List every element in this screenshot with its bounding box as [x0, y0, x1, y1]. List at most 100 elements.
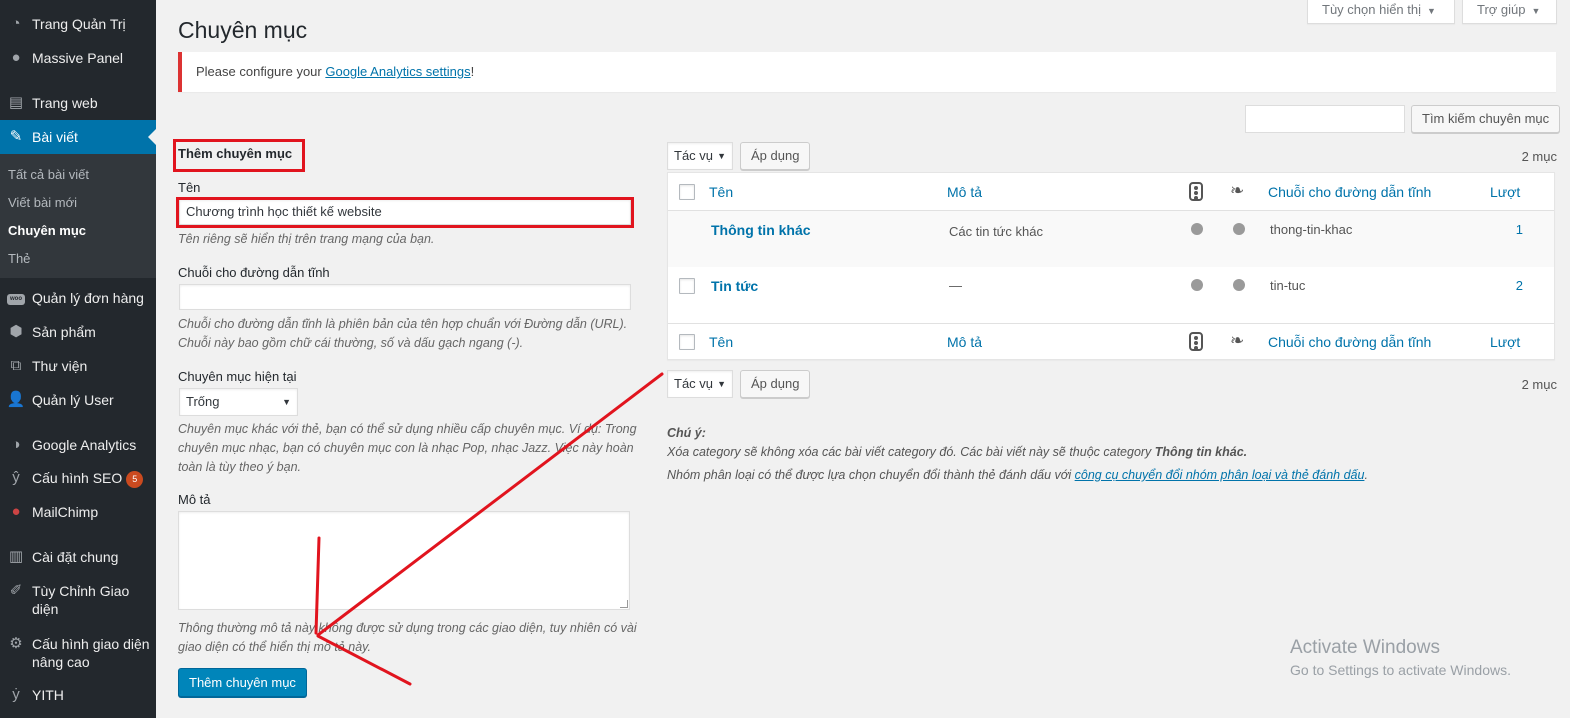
admin-sidebar: ◔ Trang Quản Trị ● Massive Panel ▤ Trang… [0, 0, 156, 718]
caret-down-icon: ▼ [1427, 6, 1436, 16]
parent-category-select[interactable]: Trống ▼ [179, 388, 298, 416]
note-line-1: Xóa category sẽ không xóa các bài viết c… [667, 445, 1248, 459]
category-count-link[interactable]: 2 [1503, 278, 1523, 293]
category-description: — [949, 278, 962, 293]
traffic-light-icon[interactable] [1189, 182, 1203, 201]
help-button[interactable]: Trợ giúp ▼ [1462, 0, 1557, 24]
search-categories-input[interactable] [1245, 105, 1405, 133]
ga-notice: Please configure your Google Analytics s… [178, 52, 1556, 92]
table-row: Thông tin khác Các tin tức khác thong-ti… [668, 211, 1554, 267]
menu-massive-panel[interactable]: ● Massive Panel [0, 49, 156, 69]
description-help-2: giao diện có thể hiển thị mô tả này. [178, 640, 371, 654]
column-description[interactable]: Mô tả [947, 334, 982, 350]
dashboard-icon: ◔ [11, 15, 21, 32]
name-label: Tên [178, 180, 201, 195]
yith-icon: ẏ [12, 686, 20, 703]
row-checkbox[interactable] [679, 278, 695, 294]
column-name[interactable]: Tên [709, 334, 733, 350]
menu-theme-options[interactable]: ⚙ Cấu hình giao diện nâng cao [0, 635, 156, 673]
column-count[interactable]: Lượt [1490, 184, 1520, 200]
settings-icon: ▥ [8, 548, 24, 565]
bulk-action-select-bottom[interactable]: Tác vụ ▼ [667, 370, 733, 398]
item-count-top: 2 mục [1521, 149, 1557, 164]
posts-submenu: Tất cả bài viết Viết bài mới Chuyên mục … [0, 154, 156, 278]
description-label: Mô tả [178, 492, 211, 507]
select-all-checkbox[interactable] [679, 184, 695, 200]
menu-mailchimp[interactable]: ● MailChimp [0, 503, 156, 523]
brush-icon: ✐ [9, 582, 23, 599]
apply-button-top[interactable]: Áp dụng [740, 142, 811, 170]
status-dot [1233, 223, 1245, 235]
submenu-categories[interactable]: Chuyên mục [8, 223, 86, 238]
menu-users[interactable]: 👤 Quản lý User [0, 391, 156, 411]
woo-icon: woo [0, 289, 32, 307]
ga-settings-link[interactable]: Google Analytics settings [325, 64, 470, 79]
menu-seo[interactable]: ŷ Cấu hình SEO 5 [0, 469, 156, 489]
category-slug: thong-tin-khac [1270, 222, 1353, 237]
menu-posts[interactable]: ✎ Bài viết [0, 120, 156, 154]
traffic-light-icon[interactable] [1189, 332, 1203, 351]
categories-table: Tên Mô tả ❧ Chuỗi cho đường dẫn tĩnh Lượ… [667, 172, 1555, 360]
annotation-box [173, 139, 305, 172]
pages-icon: ▤ [8, 94, 24, 111]
search-categories-button[interactable]: Tìm kiếm chuyên mục [1411, 105, 1561, 133]
menu-settings[interactable]: ▥ Cài đặt chung [0, 548, 156, 568]
activate-windows-title: Activate Windows [1290, 637, 1440, 658]
activate-windows-subtitle: Go to Settings to activate Windows. [1290, 662, 1511, 678]
status-dot [1191, 279, 1203, 291]
menu-products[interactable]: ⬢ Sản phẩm [0, 323, 156, 343]
category-name-link[interactable]: Tin tức [711, 278, 758, 294]
bulk-action-select-top[interactable]: Tác vụ ▼ [667, 142, 733, 170]
column-count[interactable]: Lượt [1490, 334, 1520, 350]
slug-description-1: Chuỗi cho đường dẫn tĩnh là phiên bản củ… [178, 317, 628, 331]
screen-options-button[interactable]: Tùy chọn hiển thị ▼ [1307, 0, 1455, 24]
mailchimp-icon: ● [11, 503, 21, 520]
media-icon: ⧉ [10, 357, 22, 374]
category-name-link[interactable]: Thông tin khác [711, 222, 811, 238]
submenu-tags[interactable]: Thẻ [8, 251, 30, 266]
status-dot [1233, 279, 1245, 291]
category-slug: tin-tuc [1270, 278, 1306, 293]
menu-pages[interactable]: ▤ Trang web [0, 94, 156, 114]
taxonomy-converter-link[interactable]: công cụ chuyển đổi nhóm phân loại và thẻ… [1075, 468, 1365, 482]
table-header: Tên Mô tả ❧ Chuỗi cho đường dẫn tĩnh Lượ… [668, 173, 1554, 211]
column-slug[interactable]: Chuỗi cho đường dẫn tĩnh [1268, 334, 1431, 350]
parent-description-1: Chuyên mục khác với thẻ, bạn có thể sử d… [178, 422, 637, 436]
submenu-all-posts[interactable]: Tất cả bài viết [8, 167, 89, 182]
note-line-2: Nhóm phân loại có thể được lựa chọn chuy… [667, 468, 1368, 482]
menu-dashboard[interactable]: ◔ Trang Quản Trị [0, 15, 156, 35]
slug-description-2: Chuỗi này bao gồm chữ cái thường, số và … [178, 336, 524, 350]
submenu-new-post[interactable]: Viết bài mới [8, 195, 77, 210]
active-arrow [148, 129, 156, 145]
gear-icon: ⚙ [9, 635, 23, 652]
category-count-link[interactable]: 1 [1503, 222, 1523, 237]
feather-icon[interactable]: ❧ [1230, 181, 1244, 201]
menu-yith[interactable]: ẏ YITH [0, 686, 156, 706]
category-description-textarea[interactable] [178, 511, 630, 610]
menu-media[interactable]: ⧉ Thư viện [0, 357, 156, 377]
annotation-box [176, 197, 634, 228]
menu-customize[interactable]: ✐ Tùy Chỉnh Giao diện [0, 582, 156, 620]
caret-down-icon: ▼ [717, 151, 726, 161]
add-category-button[interactable]: Thêm chuyên mục [178, 668, 307, 697]
select-all-checkbox-bottom[interactable] [679, 334, 695, 350]
table-footer: Tên Mô tả ❧ Chuỗi cho đường dẫn tĩnh Lượ… [668, 323, 1554, 360]
item-count-bottom: 2 mục [1521, 377, 1557, 392]
menu-google-analytics[interactable]: ◑ Google Analytics [0, 436, 156, 456]
resize-handle[interactable] [620, 600, 628, 608]
apply-button-bottom[interactable]: Áp dụng [740, 370, 811, 398]
parent-description-2: chuyên mục nhạc, bạn có chuyên mục con l… [178, 441, 634, 455]
column-slug[interactable]: Chuỗi cho đường dẫn tĩnh [1268, 184, 1431, 200]
caret-down-icon: ▼ [717, 379, 726, 389]
parent-description-3: toàn là tùy theo ý bạn. [178, 460, 302, 474]
column-name[interactable]: Tên [709, 184, 733, 200]
status-dot [1191, 223, 1203, 235]
page-title: Chuyên mục [178, 17, 308, 43]
table-row: Tin tức — tin-tuc 2 [668, 267, 1554, 323]
menu-orders[interactable]: woo Quản lý đơn hàng [0, 289, 156, 309]
box-icon: ⬢ [9, 323, 23, 340]
feather-icon[interactable]: ❧ [1230, 331, 1244, 351]
category-description: Các tin tức khác [949, 224, 1043, 239]
category-slug-input[interactable] [179, 284, 631, 310]
column-description[interactable]: Mô tả [947, 184, 982, 200]
